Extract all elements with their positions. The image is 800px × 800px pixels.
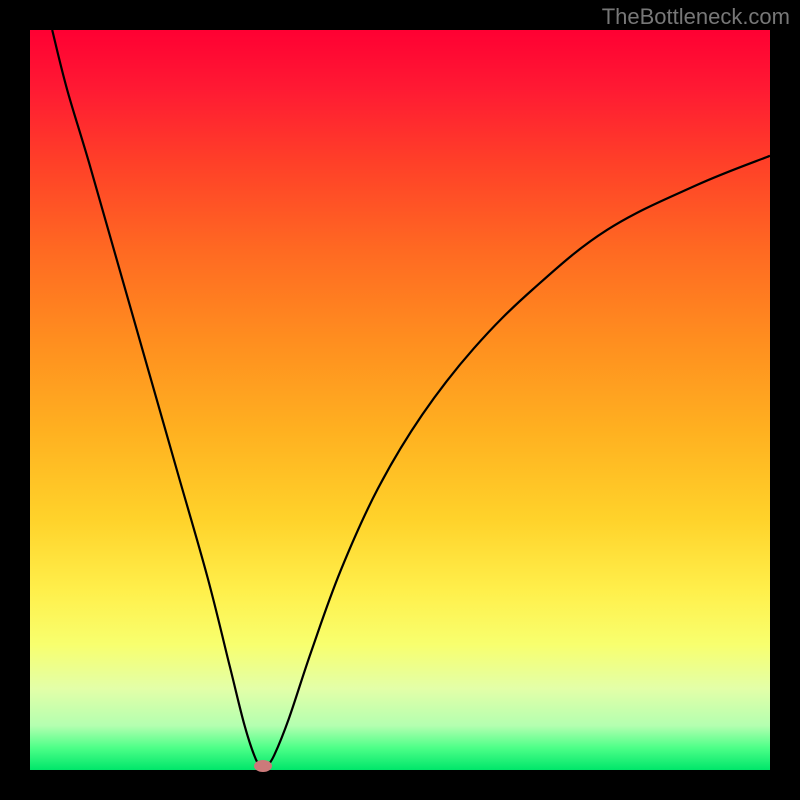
watermark-text: TheBottleneck.com bbox=[602, 4, 790, 30]
plot-area bbox=[30, 30, 770, 770]
bottleneck-curve-path bbox=[52, 30, 770, 769]
chart-frame: TheBottleneck.com bbox=[0, 0, 800, 800]
curve-svg bbox=[30, 30, 770, 770]
min-marker bbox=[254, 760, 272, 772]
